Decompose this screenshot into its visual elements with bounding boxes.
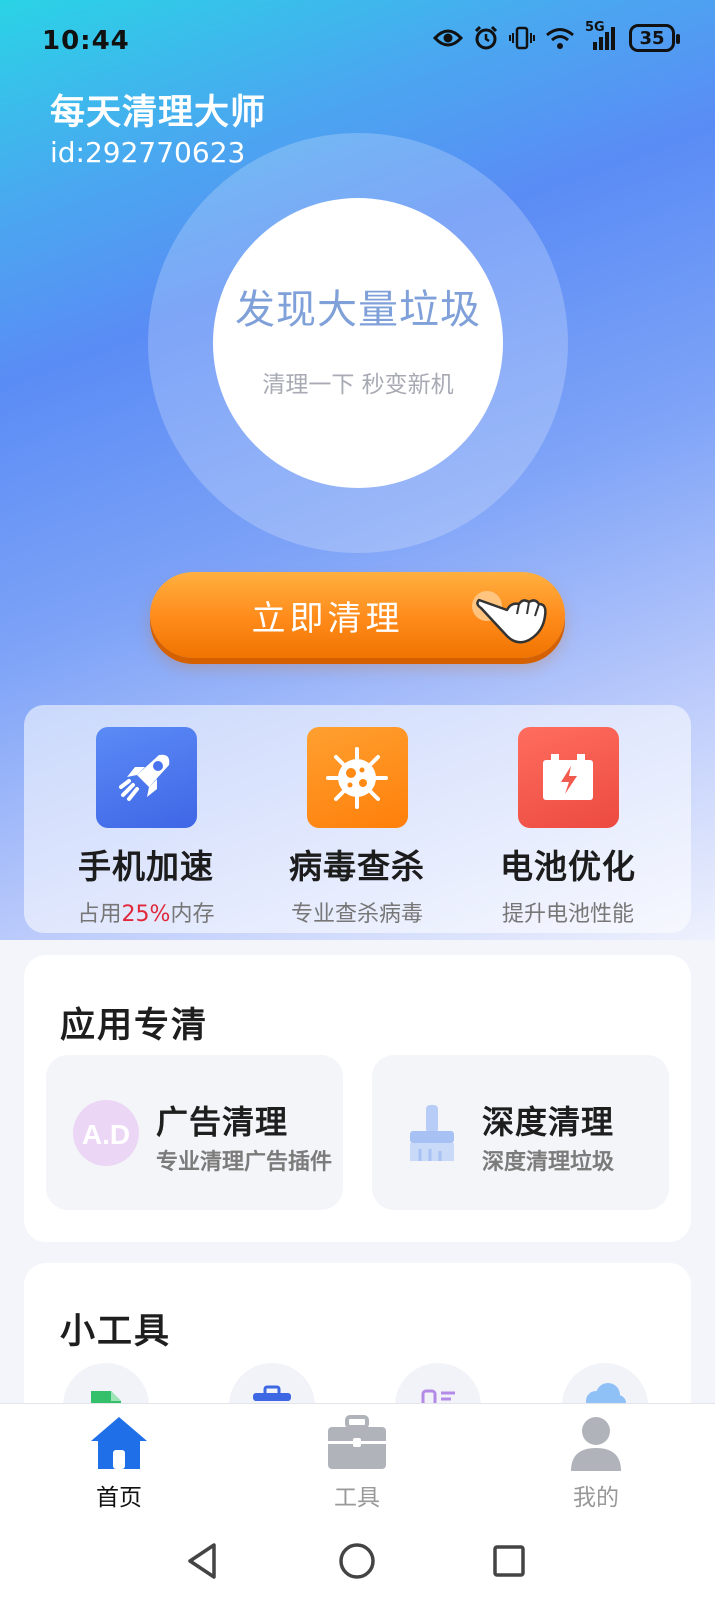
quick-action-desc: 专业查杀病毒 bbox=[290, 902, 423, 927]
scan-headline: 发现大量垃圾 bbox=[235, 287, 481, 333]
quick-action-title: 病毒查杀 bbox=[289, 847, 425, 886]
deep-clean-desc: 深度清理垃圾 bbox=[482, 1150, 615, 1175]
battery-level: 35 bbox=[639, 27, 665, 49]
person-icon bbox=[571, 1417, 621, 1471]
nav-item-home[interactable]: 首页 bbox=[59, 1414, 179, 1512]
clean-now-button[interactable]: 立即清理 bbox=[150, 572, 565, 658]
status-bar: 10:44 5G 35 bbox=[0, 0, 715, 80]
clean-now-label: 立即清理 bbox=[251, 598, 404, 639]
quick-action-title: 电池优化 bbox=[500, 847, 636, 886]
signal-icon: 5G bbox=[585, 20, 619, 52]
ad-clean-item[interactable]: A.D 广告清理 专业清理广告插件 bbox=[46, 1055, 343, 1210]
nav-label: 工具 bbox=[334, 1485, 380, 1511]
deep-clean-title: 深度清理 bbox=[482, 1103, 615, 1141]
scan-circle[interactable]: 发现大量垃圾 清理一下 秒变新机 bbox=[213, 198, 503, 488]
deep-clean-item[interactable]: 深度清理 深度清理垃圾 bbox=[372, 1055, 669, 1210]
app-clean-title: 应用专清 bbox=[60, 1006, 209, 1046]
vibrate-icon bbox=[509, 26, 535, 50]
eye-icon bbox=[433, 29, 463, 47]
system-nav-bar bbox=[0, 1523, 715, 1600]
scan-subline: 清理一下 秒变新机 bbox=[262, 372, 454, 398]
quick-action-desc: 提升电池性能 bbox=[501, 902, 634, 927]
quick-action-desc: 占用25%内存 bbox=[78, 896, 215, 928]
ad-icon: A.D bbox=[73, 1100, 139, 1166]
status-icons: 5G 35 bbox=[433, 20, 680, 52]
virus-icon bbox=[326, 746, 388, 809]
memory-percent: 25% bbox=[121, 902, 171, 927]
status-time: 10:44 bbox=[42, 26, 130, 56]
quick-action-title: 手机加速 bbox=[78, 847, 214, 886]
ad-clean-title: 广告清理 bbox=[156, 1103, 289, 1141]
rocket-tile bbox=[95, 727, 197, 828]
memory-prefix: 占用 bbox=[77, 902, 122, 927]
app-title: 每天清理大师 bbox=[50, 93, 267, 133]
memory-suffix: 内存 bbox=[170, 902, 215, 927]
nav-label: 我的 bbox=[573, 1485, 619, 1511]
rocket-icon bbox=[119, 754, 170, 801]
bottom-nav: 首页 工具 我的 bbox=[0, 1403, 715, 1523]
quick-action-battery[interactable]: 电池优化 提升电池性能 bbox=[468, 727, 668, 928]
home-circle-icon[interactable] bbox=[335, 1539, 379, 1583]
pointing-hand-icon bbox=[472, 591, 547, 644]
user-id: id:292770623 bbox=[50, 136, 246, 169]
ad-clean-desc: 专业清理广告插件 bbox=[156, 1150, 333, 1175]
quick-action-antivirus[interactable]: 病毒查杀 专业查杀病毒 bbox=[257, 727, 457, 928]
tools-title: 小工具 bbox=[60, 1312, 172, 1352]
quick-action-speedup[interactable]: 手机加速 占用25%内存 bbox=[46, 727, 246, 928]
app-clean-card: 应用专清 A.D 广告清理 专业清理广告插件 深度清理 深度清理垃圾 bbox=[24, 955, 691, 1242]
recents-icon[interactable] bbox=[487, 1539, 531, 1583]
battery-charge-icon bbox=[543, 753, 593, 800]
nav-item-mine[interactable]: 我的 bbox=[536, 1414, 656, 1512]
briefcase-icon bbox=[328, 1415, 386, 1469]
quick-actions-card: 手机加速 占用25%内存 病毒查杀 专业查杀病毒 电池优化 提升电池性能 bbox=[24, 705, 691, 933]
virus-tile bbox=[306, 727, 408, 828]
nav-item-tools[interactable]: 工具 bbox=[297, 1414, 417, 1512]
wifi-icon bbox=[546, 28, 574, 49]
battery-icon: 35 bbox=[629, 24, 680, 52]
battery-tile bbox=[517, 727, 619, 828]
home-icon bbox=[91, 1417, 147, 1469]
back-icon[interactable] bbox=[182, 1539, 226, 1583]
alarm-icon bbox=[474, 25, 498, 50]
brush-icon bbox=[410, 1105, 454, 1161]
svg-text:A.D: A.D bbox=[82, 1119, 130, 1150]
nav-label: 首页 bbox=[96, 1485, 142, 1511]
